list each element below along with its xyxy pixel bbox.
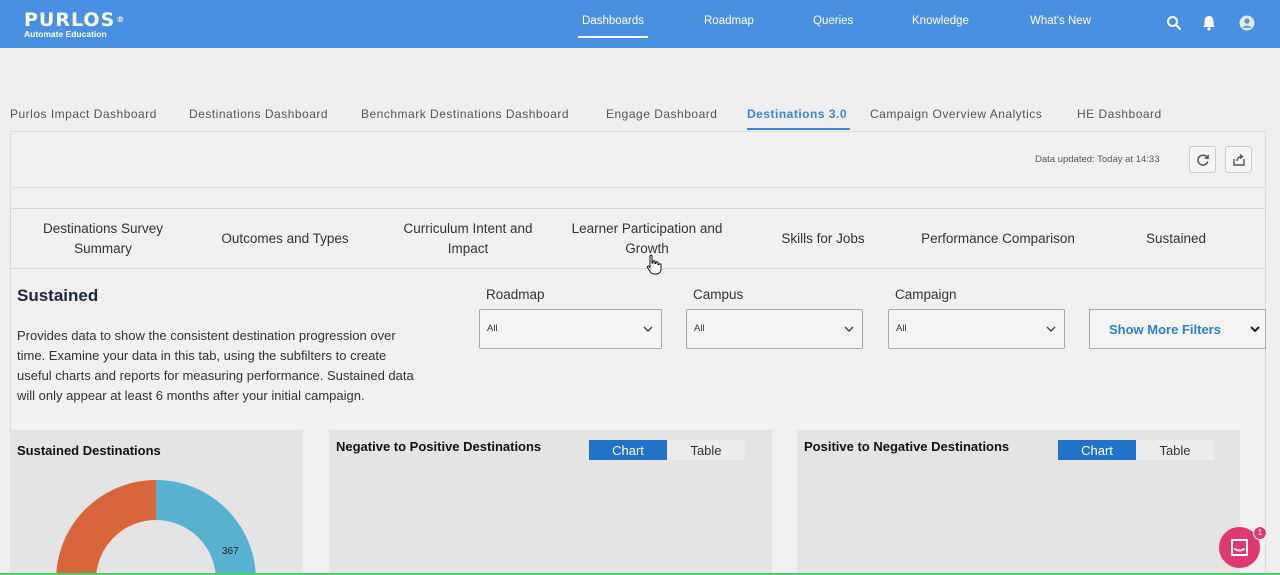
donut-segment-orange[interactable] [56, 480, 156, 575]
nav-queries[interactable]: Queries [813, 15, 853, 37]
brand-tagline: Automate Education [24, 29, 107, 39]
show-more-filters-label: Show More Filters [1109, 322, 1221, 337]
donut-segment-blue[interactable] [156, 480, 256, 575]
tab-he-dashboard[interactable]: HE Dashboard [1077, 107, 1162, 121]
positive-to-negative-title: Positive to Negative Destinations [804, 439, 1010, 454]
negative-to-positive-view-toggle: Chart Table [589, 440, 745, 460]
panel-divider [10, 187, 1266, 188]
table-view-button[interactable]: Table [1136, 440, 1214, 460]
table-view-button[interactable]: Table [667, 440, 745, 460]
active-tab-underline [747, 128, 850, 130]
chart-view-button[interactable]: Chart [589, 440, 667, 460]
section-description: Provides data to show the consistent des… [17, 328, 414, 403]
sustained-donut-chart: 367 [56, 480, 256, 575]
tab-purlos-impact-dashboard[interactable]: Purlos Impact Dashboard [10, 107, 157, 121]
donut-value-label: 367 [222, 546, 239, 557]
hand-cursor-icon [646, 254, 662, 275]
filter-label-campaign: Campaign [895, 287, 957, 302]
chart-view-button[interactable]: Chart [1058, 440, 1136, 460]
campaign-select[interactable]: All [888, 309, 1065, 349]
tab-destinations-dashboard[interactable]: Destinations Dashboard [189, 107, 328, 121]
registered-mark: ® [116, 15, 126, 24]
subtab-label: Performance Comparison [921, 230, 1075, 246]
chevron-down-icon [844, 326, 854, 332]
chevron-down-icon [1250, 326, 1260, 333]
notification-bell-icon[interactable] [1200, 14, 1218, 32]
sub-tab-bar: Destinations Survey Summary Outcomes and … [10, 208, 1266, 269]
negative-to-positive-title: Negative to Positive Destinations [336, 439, 542, 454]
tab-destinations-3[interactable]: Destinations 3.0 [747, 107, 847, 121]
positive-to-negative-view-toggle: Chart Table [1058, 440, 1214, 460]
refresh-cycle-icon [1196, 153, 1209, 166]
section-title: Sustained [17, 286, 99, 305]
filter-label-campus: Campus [693, 287, 744, 302]
user-avatar-icon[interactable] [1238, 14, 1256, 32]
top-navigation-bar: PURLOS® Automate Education Dashboards Ro… [0, 0, 1280, 48]
subtab-label: Outcomes and Types [221, 230, 349, 246]
subtab-label: Destinations Survey [42, 220, 164, 236]
subtab-performance-comparison[interactable]: Performance Comparison [907, 209, 1089, 268]
share-button[interactable] [1225, 146, 1252, 173]
campus-select-value: All [694, 323, 705, 334]
subtab-label: Skills for Jobs [781, 230, 865, 246]
chevron-down-icon [1046, 326, 1056, 332]
subtab-label: Impact [447, 240, 489, 256]
subtab-label: Curriculum Intent and [403, 220, 533, 236]
subtab-sustained[interactable]: Sustained [1111, 209, 1241, 268]
nav-whats-new[interactable]: What's New [1030, 15, 1091, 37]
refresh-button[interactable] [1189, 146, 1216, 173]
filter-label-roadmap: Roadmap [486, 287, 545, 302]
subtab-curriculum-intent-and-impact[interactable]: Curriculum Intent and Impact [379, 209, 557, 268]
sustained-destinations-title: Sustained Destinations [17, 443, 161, 458]
campaign-select-value: All [896, 323, 907, 334]
tab-benchmark-destinations-dashboard[interactable]: Benchmark Destinations Dashboard [361, 107, 569, 121]
roadmap-select[interactable]: All [479, 309, 662, 349]
subtab-skills-for-jobs[interactable]: Skills for Jobs [747, 209, 899, 268]
subtab-destinations-survey-summary[interactable]: Destinations Survey Summary [13, 209, 193, 268]
share-export-icon [1232, 153, 1245, 166]
roadmap-select-value: All [487, 323, 498, 334]
chevron-down-icon [643, 326, 653, 332]
campus-select[interactable]: All [686, 309, 863, 349]
nav-knowledge[interactable]: Knowledge [912, 15, 969, 37]
nav-roadmap[interactable]: Roadmap [704, 15, 754, 37]
tab-campaign-overview-analytics[interactable]: Campaign Overview Analytics [870, 107, 1042, 121]
show-more-filters-button[interactable]: Show More Filters [1089, 309, 1266, 349]
subtab-label: Sustained [1145, 230, 1207, 246]
subtab-outcomes-and-types[interactable]: Outcomes and Types [201, 209, 369, 268]
subtab-label: Summary [74, 240, 132, 256]
search-icon[interactable] [1165, 14, 1183, 32]
brand-name: PURLOS [24, 9, 116, 31]
chat-notification-badge: 1 [1253, 526, 1267, 540]
tab-engage-dashboard[interactable]: Engage Dashboard [606, 107, 717, 121]
nav-dashboards[interactable]: Dashboards [577, 15, 649, 38]
data-updated-text: Data updated: Today at 14:33 [1035, 154, 1160, 165]
purlos-logo[interactable]: PURLOS® Automate Education [24, 10, 125, 39]
subtab-label: Learner Participation and [571, 220, 723, 236]
